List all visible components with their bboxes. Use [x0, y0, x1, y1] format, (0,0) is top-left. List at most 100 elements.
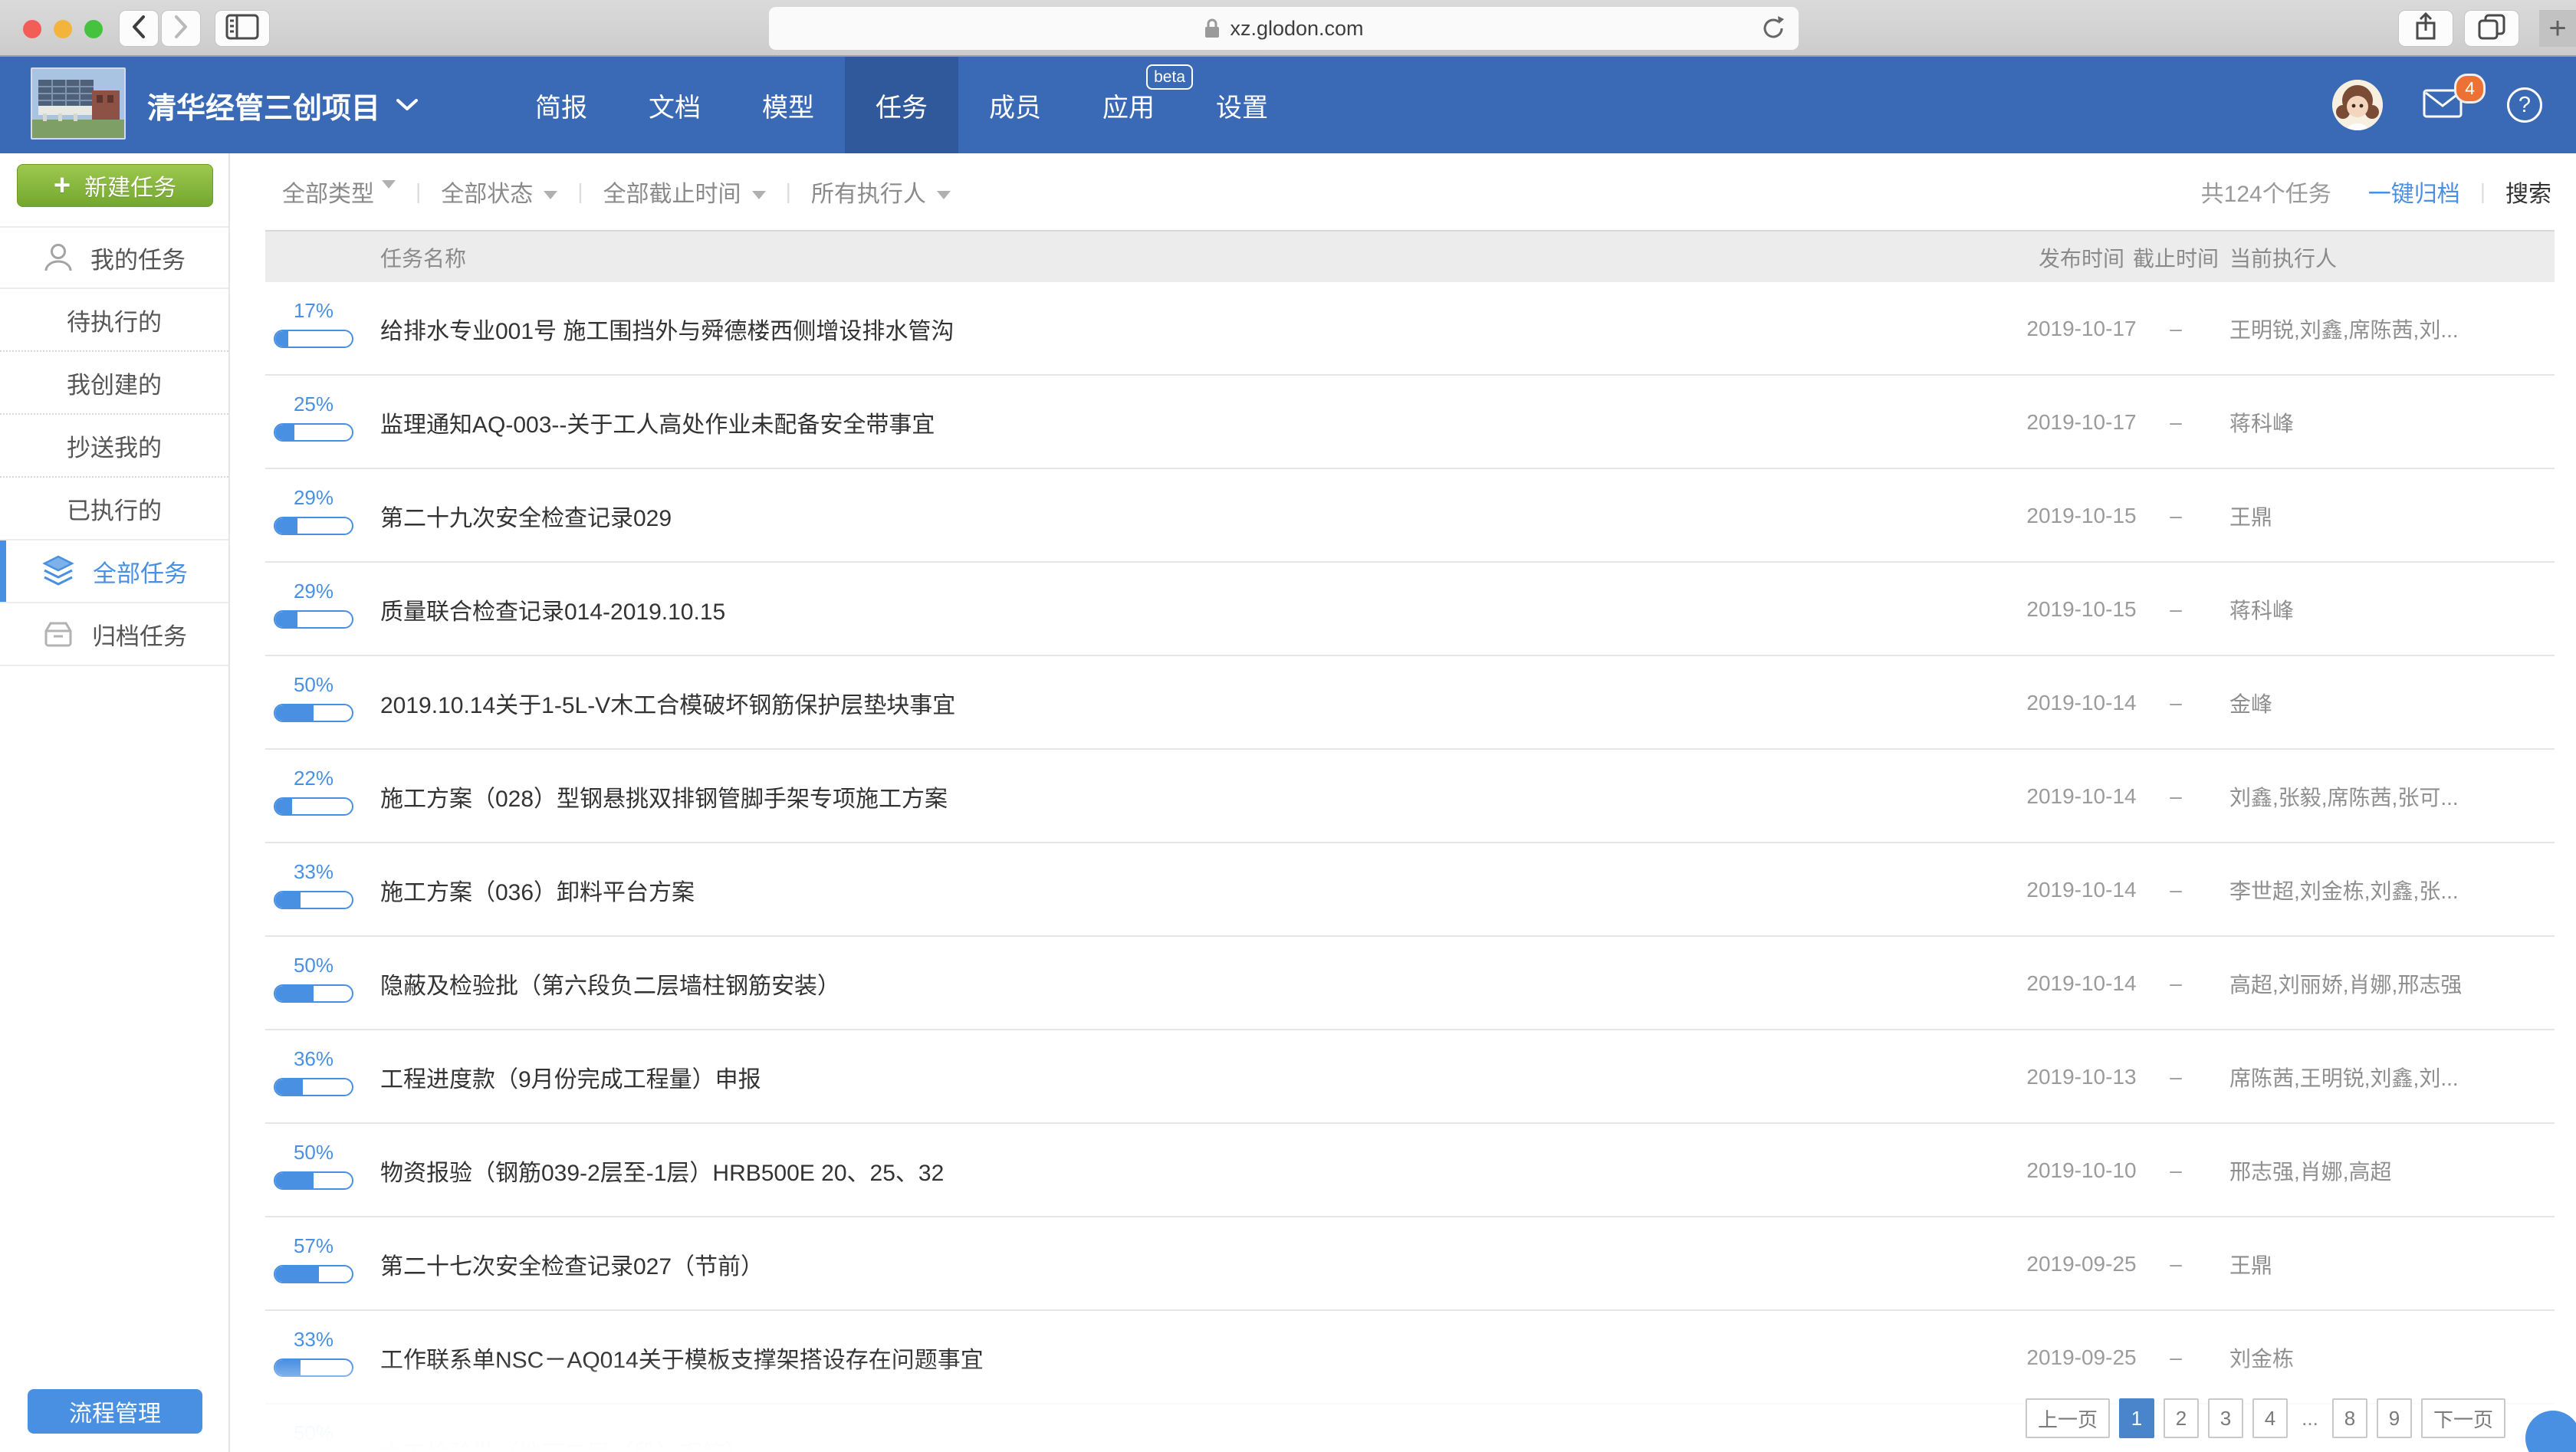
tab-overview-button[interactable]: [2464, 10, 2519, 47]
progress-bar: [274, 517, 353, 535]
task-row[interactable]: 29%第二十九次安全检查记录0292019-10-15–王鼎: [265, 469, 2555, 563]
prev-page-button[interactable]: 上一页: [2026, 1398, 2110, 1438]
task-title[interactable]: 2019.10.14关于1-5L-V木工合模破坏钢筋保护层垫块事宜: [380, 656, 955, 750]
nav-tab-model[interactable]: 模型: [731, 57, 845, 153]
navbar-right: 4 ?: [2332, 57, 2542, 153]
sidebar-item-label: 归档任务: [92, 617, 187, 652]
due-date: –: [2103, 1124, 2249, 1217]
page-button-8[interactable]: 8: [2332, 1398, 2367, 1438]
project-switcher[interactable]: 清华经管三创项目: [147, 57, 419, 153]
due-date: –: [2103, 469, 2249, 563]
sidebar-item-label: 我的任务: [90, 241, 186, 275]
page-button-2[interactable]: 2: [2164, 1398, 2199, 1438]
reload-icon[interactable]: [1760, 15, 1786, 42]
task-row[interactable]: 25%监理通知AQ-003--关于工人高处作业未配备安全带事宜2019-10-1…: [265, 376, 2555, 469]
task-title[interactable]: 工作联系单NSC－AQ014关于模板支撑架搭设存在问题事宜: [380, 1311, 984, 1404]
task-rows: 17%给排水专业001号 施工围挡外与舜德楼西侧增设排水管沟2019-10-17…: [265, 282, 2555, 1452]
sidebar-item-all-tasks[interactable]: 全部任务: [0, 540, 228, 603]
task-table: 任务名称 发布时间 截止时间 当前执行人 17%给排水专业001号 施工围挡外与…: [265, 153, 2555, 1452]
chevron-down-icon: [396, 98, 419, 112]
progress-bar: [274, 330, 353, 348]
maximize-window-button[interactable]: [84, 20, 103, 38]
task-title[interactable]: 隐蔽及检验批（第六段负二层墙柱钢筋安装）: [380, 937, 840, 1030]
task-row[interactable]: 17%给排水专业001号 施工围挡外与舜德楼西侧增设排水管沟2019-10-17…: [265, 282, 2555, 376]
share-button[interactable]: [2398, 10, 2453, 47]
forward-button[interactable]: [161, 10, 201, 47]
sidebar-item-created-by-me[interactable]: 我创建的: [0, 352, 228, 415]
progress-bar: [274, 1265, 353, 1283]
column-header-name: 任务名称: [380, 232, 466, 284]
task-row[interactable]: 22%施工方案（028）型钢悬挑双排钢管脚手架专项施工方案2019-10-14–…: [265, 750, 2555, 843]
current-executors: 王明锐,刘鑫,席陈茜,刘...: [2229, 282, 2551, 376]
task-title[interactable]: 第二十七次安全检查记录027（节前）: [380, 1217, 764, 1311]
back-button[interactable]: [119, 10, 159, 47]
close-window-button[interactable]: [23, 20, 41, 38]
minimize-window-button[interactable]: [54, 20, 72, 38]
current-executors: 刘鑫,张毅,席陈茜,张可...: [2229, 750, 2551, 843]
page-button-9[interactable]: 9: [2377, 1398, 2412, 1438]
due-date: –: [2103, 843, 2249, 937]
sidebar-item-archived-tasks[interactable]: 归档任务: [0, 603, 228, 666]
task-row[interactable]: 50%隐蔽及检验批（第六段负二层墙柱钢筋安装）2019-10-14–高超,刘丽娇…: [265, 937, 2555, 1030]
progress-percent: 57%: [274, 1234, 353, 1258]
page-button-3[interactable]: 3: [2208, 1398, 2243, 1438]
project-navbar: 清华经管三创项目 简报文档模型任务成员应用beta设置: [0, 57, 2576, 153]
progress-fill: [275, 518, 297, 534]
new-tab-button[interactable]: +: [2539, 10, 2576, 47]
task-row[interactable]: 36%工程进度款（9月份完成工程量）申报2019-10-13–席陈茜,王明锐,刘…: [265, 1030, 2555, 1124]
progress-fill: [275, 1360, 301, 1375]
task-row[interactable]: 50%2019.10.14关于1-5L-V木工合模破坏钢筋保护层垫块事宜2019…: [265, 656, 2555, 750]
question-mark-icon: ?: [2518, 93, 2531, 118]
nav-tab-brief[interactable]: 简报: [504, 57, 618, 153]
sidebar-item-executed[interactable]: 已执行的: [0, 478, 228, 540]
progress-fill: [275, 705, 314, 721]
process-management-button[interactable]: 流程管理: [28, 1389, 202, 1434]
task-row[interactable]: 29%质量联合检查记录014-2019.10.152019-10-15–蒋科峰: [265, 563, 2555, 656]
progress-fill: [275, 612, 297, 627]
sidebar-item-pending[interactable]: 待执行的: [0, 289, 228, 352]
sidebar-item-my-tasks[interactable]: 我的任务: [0, 226, 228, 289]
task-title[interactable]: 工程进度款（9月份完成工程量）申报: [380, 1030, 761, 1124]
sidebar-item-cc-to-me[interactable]: 抄送我的: [0, 415, 228, 478]
task-title[interactable]: 物资报验（钢筋039-2层至-1层）HRB500E 20、25、32: [380, 1124, 944, 1217]
next-page-button[interactable]: 下一页: [2421, 1398, 2505, 1438]
progress-bar: [274, 984, 353, 1003]
page-button-4[interactable]: 4: [2252, 1398, 2288, 1438]
task-title[interactable]: 第二十九次安全检查记录029: [380, 469, 672, 563]
new-task-button[interactable]: + 新建任务: [17, 164, 213, 207]
task-row[interactable]: 33%施工方案（036）卸料平台方案2019-10-14–李世超,刘金栋,刘鑫,…: [265, 843, 2555, 937]
sidebar-toggle-button[interactable]: [215, 10, 270, 47]
task-row[interactable]: 50%物资报验（钢筋039-2层至-1层）HRB500E 20、25、32201…: [265, 1124, 2555, 1217]
due-date: –: [2103, 750, 2249, 843]
task-title[interactable]: 质量联合检查记录014-2019.10.15: [380, 563, 725, 656]
help-button[interactable]: ?: [2507, 87, 2542, 123]
column-header-due: 截止时间: [2103, 232, 2249, 284]
task-title[interactable]: 施工方案（036）卸料平台方案: [380, 843, 695, 937]
task-title[interactable]: 监理通知AQ-003--关于工人高处作业未配备安全带事宜: [380, 376, 935, 469]
browser-toolbar: xz.glodon.com +: [0, 0, 2576, 57]
due-date: –: [2103, 1217, 2249, 1311]
url-text: xz.glodon.com: [1230, 17, 1363, 41]
nav-tab-label: 简报: [535, 87, 587, 124]
progress-fill: [275, 1266, 319, 1282]
progress-bar: [274, 704, 353, 722]
progress-percent: 50%: [274, 673, 353, 697]
nav-tab-apps[interactable]: 应用beta: [1072, 57, 1185, 153]
task-title[interactable]: 木工检验批（地下二层（段）钢筋）: [380, 1404, 748, 1452]
nav-tab-settings[interactable]: 设置: [1185, 57, 1299, 153]
task-row[interactable]: 33%工作联系单NSC－AQ014关于模板支撑架搭设存在问题事宜2019-09-…: [265, 1311, 2555, 1404]
progress-bar: [274, 1171, 353, 1190]
page-button-1[interactable]: 1: [2119, 1398, 2154, 1438]
nav-tab-label: 模型: [762, 87, 814, 124]
messages-button[interactable]: 4: [2423, 89, 2463, 122]
nav-tab-members[interactable]: 成员: [958, 57, 1072, 153]
avatar[interactable]: [2332, 80, 2383, 130]
task-title[interactable]: 给排水专业001号 施工围挡外与舜德楼西侧增设排水管沟: [380, 282, 954, 376]
address-bar[interactable]: xz.glodon.com: [769, 7, 1799, 50]
nav-tab-docs[interactable]: 文档: [618, 57, 731, 153]
current-executors: 王鼎: [2229, 1217, 2551, 1311]
nav-tab-tasks[interactable]: 任务: [845, 57, 958, 153]
task-row[interactable]: 57%第二十七次安全检查记录027（节前）2019-09-25–王鼎: [265, 1217, 2555, 1311]
task-title[interactable]: 施工方案（028）型钢悬挑双排钢管脚手架专项施工方案: [380, 750, 948, 843]
progress-fill: [275, 1079, 303, 1095]
